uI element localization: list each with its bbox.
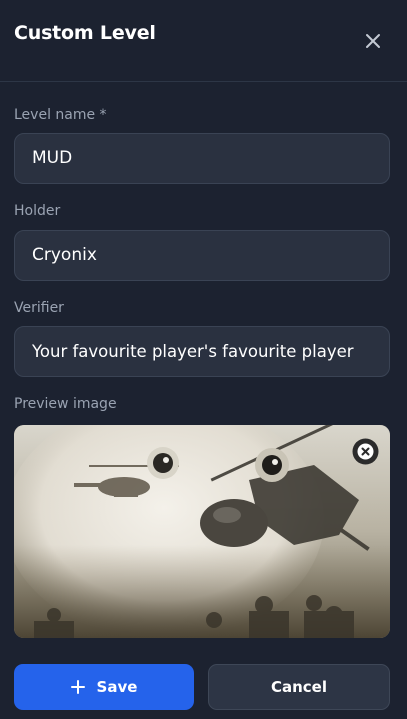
verifier-input[interactable]: Your favourite player's favourite player <box>14 326 390 377</box>
verifier-label: Verifier <box>14 300 64 316</box>
remove-image-button[interactable] <box>352 438 379 465</box>
close-button[interactable] <box>362 30 384 52</box>
holder-label: Holder <box>14 203 61 219</box>
cancel-button-label: Cancel <box>270 678 327 696</box>
preview-image <box>14 425 390 638</box>
save-button-label: Save <box>96 678 138 696</box>
plus-icon <box>70 680 85 694</box>
level-name-label: Level name * <box>14 107 107 123</box>
custom-level-dialog: Custom Level Level name * MUD Holder Cry… <box>0 0 407 719</box>
cancel-button[interactable]: Cancel <box>208 664 390 710</box>
close-icon <box>366 34 380 48</box>
level-name-input[interactable]: MUD <box>14 133 390 184</box>
holder-input[interactable]: Cryonix <box>14 230 390 281</box>
save-button[interactable]: Save <box>14 664 194 710</box>
remove-image-icon <box>352 438 379 465</box>
dialog-title: Custom Level <box>14 22 156 44</box>
preview-image-picture <box>14 425 390 638</box>
preview-image-label: Preview image <box>14 396 117 412</box>
dialog-header: Custom Level <box>0 0 407 82</box>
